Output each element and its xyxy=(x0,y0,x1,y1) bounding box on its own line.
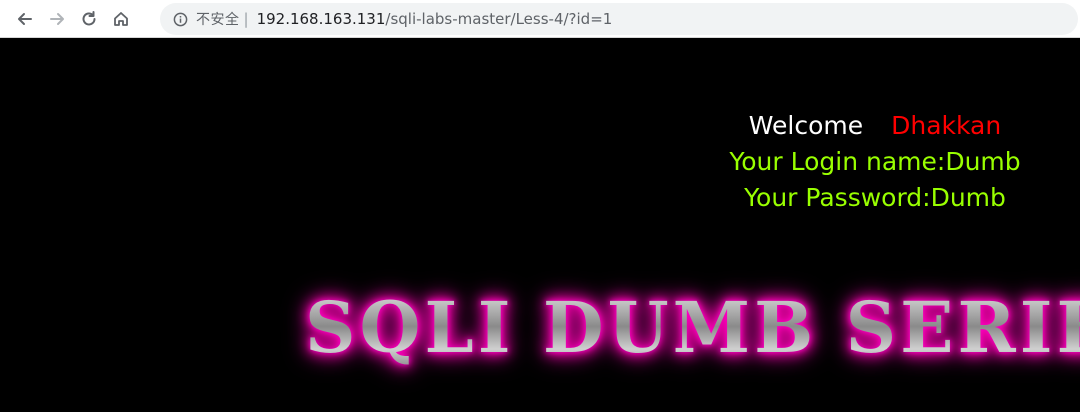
forward-button[interactable] xyxy=(44,6,70,32)
result-message: Welcome Dhakkan Your Login name:Dumb Your… xyxy=(690,108,1060,216)
info-icon[interactable] xyxy=(172,11,188,27)
welcome-line: Welcome Dhakkan xyxy=(690,108,1060,144)
login-name-text: Your Login name:Dumb xyxy=(729,147,1021,176)
welcome-text: Welcome xyxy=(748,111,864,140)
browser-toolbar: 不安全 | 192.168.163.131/sqli-labs-master/L… xyxy=(0,0,1080,38)
url-host: 192.168.163.131 xyxy=(256,10,386,28)
address-bar[interactable]: 不安全 | 192.168.163.131/sqli-labs-master/L… xyxy=(160,3,1078,35)
back-button[interactable] xyxy=(12,6,38,32)
arrow-left-icon xyxy=(18,12,32,25)
home-button[interactable] xyxy=(108,6,134,32)
home-icon xyxy=(114,11,128,26)
security-label[interactable]: 不安全 xyxy=(196,9,240,29)
url-path: /sqli-labs-master/Less-4/?id=1 xyxy=(385,10,613,28)
password-text: Your Password:Dumb xyxy=(744,183,1006,212)
page-content: Welcome Dhakkan Your Login name:Dumb Your… xyxy=(0,38,1080,412)
reload-button[interactable] xyxy=(76,6,102,32)
reload-icon xyxy=(82,10,96,25)
username-text: Dhakkan xyxy=(891,111,1002,140)
url-separator: | xyxy=(243,10,249,28)
title-banner: SQLI DUMB SERIES-4 xyxy=(305,286,1080,376)
arrow-right-icon xyxy=(50,12,64,25)
url-text[interactable]: 192.168.163.131/sqli-labs-master/Less-4/… xyxy=(257,10,613,28)
